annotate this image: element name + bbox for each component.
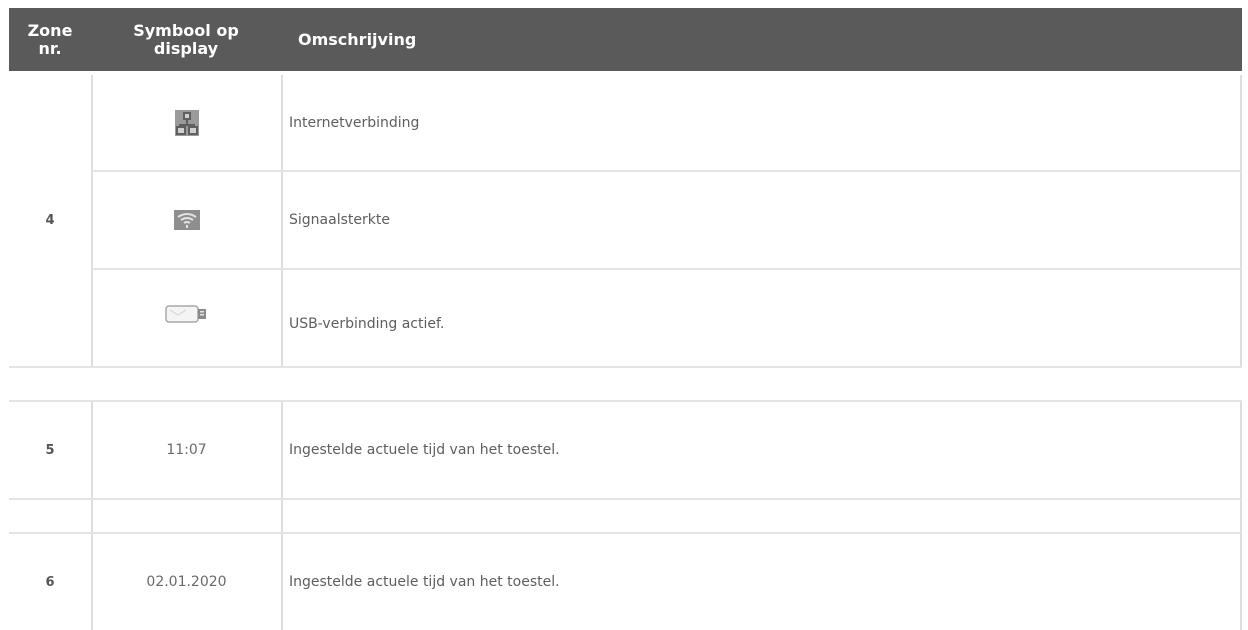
symbol-cell <box>92 270 281 366</box>
zone-cell: 4 <box>45 213 55 228</box>
zone-cell: 5 <box>45 442 55 458</box>
grid-line <box>1240 75 1242 366</box>
network-icon <box>174 109 199 136</box>
wifi-signal-icon <box>173 210 200 230</box>
document-page: Zone nr. Symbool op display Omschrijving… <box>0 0 1248 630</box>
grid-line <box>281 75 283 366</box>
grid-line <box>9 366 1242 368</box>
grid-line <box>9 498 1242 500</box>
description-cell: Ingestelde actuele tijd van het toestel. <box>289 574 560 590</box>
usb-stick-icon <box>164 304 209 324</box>
description-cell: Internetverbinding <box>289 114 420 131</box>
symbol-cell: 02.01.2020 <box>146 574 227 590</box>
symbol-cell <box>92 75 281 170</box>
description-cell: Signaalsterkte <box>289 212 390 228</box>
grid-line <box>281 402 283 630</box>
header-zone: Zone nr. <box>27 20 73 58</box>
grid-line <box>1240 402 1242 630</box>
zone-cell: 6 <box>45 574 55 590</box>
header-description: Omschrijving <box>298 29 417 49</box>
description-cell: Ingestelde actuele tijd van het toestel. <box>289 442 560 458</box>
header-symbol: Symbool op display <box>133 20 239 58</box>
symbol-cell <box>92 172 281 268</box>
symbol-cell: 11:07 <box>166 442 207 458</box>
description-cell: USB-verbinding actief. <box>289 316 445 332</box>
table-header: Zone nr. Symbool op display Omschrijving <box>9 8 1242 71</box>
